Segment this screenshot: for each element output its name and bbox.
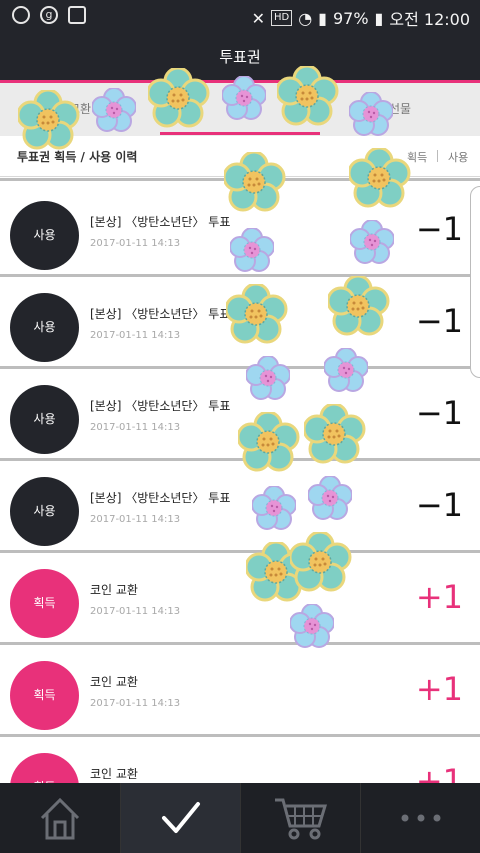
item-date: 2017-01-11 14:13 — [90, 330, 181, 341]
nav-check[interactable] — [121, 783, 241, 853]
flower-sticker — [246, 356, 290, 400]
battery-icon: ▮ — [374, 8, 384, 28]
flower-sticker — [277, 66, 339, 126]
item-date: 2017-01-11 14:13 — [90, 698, 181, 709]
circle-g-icon — [12, 6, 30, 24]
item-title: 코인 교환 — [90, 675, 138, 689]
status-left-icons: g — [12, 6, 86, 24]
list-item[interactable]: 획득 코인 교환 2017-01-11 14:13 +1 — [0, 647, 480, 737]
page-title: 투표권 — [219, 48, 261, 66]
check-icon — [162, 802, 200, 833]
list-item[interactable]: 획득 코인 교환 2017-01-11 14:13 +1 — [0, 555, 480, 645]
flower-sticker — [226, 284, 288, 344]
clock: 오전 12:00 — [389, 10, 470, 29]
wifi-icon: ◔ — [298, 8, 313, 28]
flower-sticker — [349, 92, 393, 136]
flower-sticker — [350, 220, 394, 264]
item-title: [본상] 〈방탄소년단〉 투표 — [90, 307, 231, 321]
nav-home[interactable] — [0, 783, 120, 853]
flower-sticker — [324, 348, 368, 392]
signal-icon: ▮ — [318, 8, 327, 28]
g-icon: g — [40, 6, 58, 24]
item-delta: −1 — [415, 210, 463, 248]
more-icon — [401, 814, 441, 822]
item-date: 2017-01-11 14:13 — [90, 238, 181, 249]
image-icon — [68, 6, 86, 24]
flower-sticker — [230, 228, 274, 272]
flower-sticker — [290, 604, 334, 648]
nav-more[interactable] — [361, 783, 480, 853]
list-item[interactable]: 사용 [본상] 〈방탄소년단〉 투표 2017-01-11 14:13 −1 — [0, 463, 480, 553]
bottom-nav — [0, 783, 480, 853]
use-badge: 사용 — [10, 477, 79, 546]
status-right: ✕ HD ◔ ▮ 97% ▮ 오전 12:00 — [252, 6, 470, 30]
flower-sticker — [148, 68, 210, 128]
flower-sticker — [304, 404, 366, 464]
cart-icon — [275, 798, 328, 840]
row-divider — [0, 642, 480, 645]
flower-sticker — [308, 476, 352, 520]
flower-sticker — [92, 88, 136, 132]
item-title: 코인 교환 — [90, 767, 138, 781]
item-delta: +1 — [415, 578, 463, 616]
side-drawer-handle[interactable] — [470, 186, 480, 378]
item-date: 2017-01-11 14:13 — [90, 514, 181, 525]
row-divider — [0, 366, 480, 369]
item-delta: −1 — [415, 486, 463, 524]
item-date: 2017-01-11 14:13 — [90, 422, 181, 433]
use-badge: 사용 — [10, 201, 79, 270]
use-badge: 사용 — [10, 385, 79, 454]
flower-sticker — [224, 152, 286, 212]
get-badge: 획득 — [10, 569, 79, 638]
item-title: [본상] 〈방탄소년단〉 투표 — [90, 491, 231, 505]
row-divider — [0, 274, 480, 277]
battery-percent: 97% — [332, 8, 369, 28]
nav-cart[interactable] — [241, 783, 361, 853]
flower-sticker — [252, 486, 296, 530]
item-title: [본상] 〈방탄소년단〉 투표 — [90, 215, 231, 229]
row-divider — [0, 734, 480, 737]
row-divider — [0, 550, 480, 553]
item-delta: −1 — [415, 302, 463, 340]
flower-sticker — [238, 412, 300, 472]
filter-use-button[interactable]: 사용 — [448, 149, 468, 165]
item-delta: −1 — [415, 394, 463, 432]
filter-divider — [437, 150, 438, 162]
item-title: 코인 교환 — [90, 583, 138, 597]
hd-icon: HD — [270, 10, 293, 26]
item-date: 2017-01-11 14:13 — [90, 606, 181, 617]
mute-icon: ✕ — [251, 8, 265, 28]
item-delta: +1 — [415, 670, 463, 708]
flower-sticker — [290, 532, 352, 592]
flower-sticker — [349, 148, 411, 208]
item-title: [본상] 〈방탄소년단〉 투표 — [90, 399, 231, 413]
status-bar: g ✕ HD ◔ ▮ 97% ▮ 오전 12:00 — [0, 0, 480, 32]
flower-sticker — [328, 276, 390, 336]
get-badge: 획득 — [10, 661, 79, 730]
flower-sticker — [222, 76, 266, 120]
tab-gift[interactable]: 선물 — [320, 83, 480, 136]
flower-sticker — [18, 90, 80, 150]
home-icon — [40, 797, 80, 840]
tab-indicator — [160, 132, 320, 135]
app-header: 투표권 — [0, 32, 480, 80]
use-badge: 사용 — [10, 293, 79, 362]
